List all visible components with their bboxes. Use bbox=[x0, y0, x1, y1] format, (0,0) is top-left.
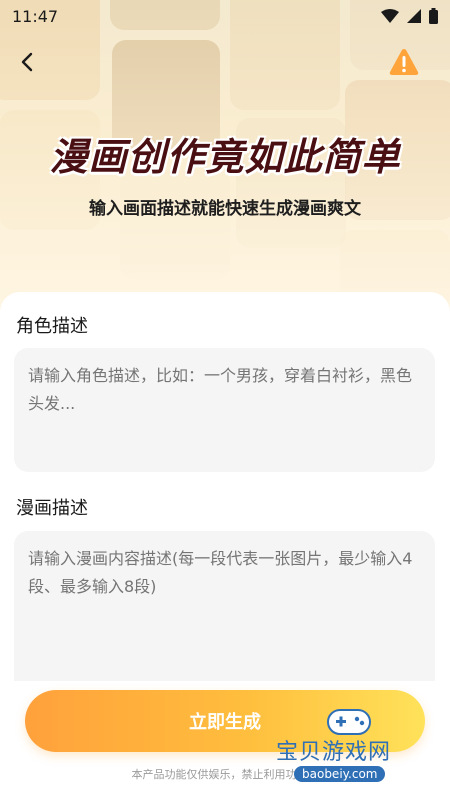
warning-icon[interactable] bbox=[388, 46, 420, 78]
status-icons bbox=[381, 8, 438, 24]
wifi-icon bbox=[381, 9, 399, 23]
watermark-url: baobeiy.com bbox=[294, 766, 386, 782]
back-arrow-icon[interactable] bbox=[16, 50, 40, 74]
character-label: 角色描述 bbox=[16, 316, 88, 337]
character-description-input[interactable] bbox=[14, 348, 435, 472]
watermark: 宝贝游戏网 baobeiy.com bbox=[276, 706, 446, 796]
status-time: 11:47 bbox=[12, 6, 59, 26]
hero-title: 漫画创作竟如此简单 bbox=[49, 135, 401, 179]
hero-subtitle: 输入画面描述就能快速生成漫画爽文 bbox=[89, 199, 361, 219]
comic-label: 漫画描述 bbox=[16, 498, 88, 519]
battery-icon bbox=[429, 8, 438, 24]
signal-icon bbox=[407, 9, 421, 23]
comic-description-input[interactable] bbox=[14, 531, 435, 681]
watermark-text: 宝贝游戏网 bbox=[276, 740, 392, 765]
status-bar: 11:47 bbox=[0, 0, 450, 32]
